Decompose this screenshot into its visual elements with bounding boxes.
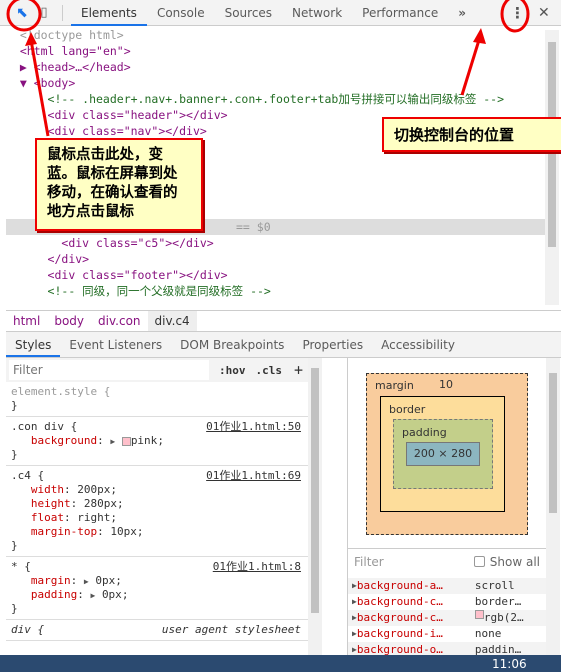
box-model-content[interactable]: 200 × 280 — [406, 442, 480, 466]
box-model-border[interactable]: border padding 200 × 280 — [380, 396, 505, 512]
sidebar-tabs: Styles Event Listeners DOM Breakpoints P… — [6, 331, 561, 358]
styles-pane: :hov .cls + element.style {} .con div {0… — [6, 358, 308, 655]
cls-button[interactable]: .cls — [256, 364, 283, 377]
dom-comment[interactable]: <!-- 同级，同一个父级就是同级标签 --> — [6, 283, 546, 299]
computed-row[interactable]: ▶ background-c… border… — [348, 594, 546, 610]
computed-list: ▶ background-a… scroll ▶ background-c… bor… — [348, 578, 546, 658]
close-icon[interactable]: ✕ — [538, 5, 550, 21]
dom-line[interactable]: <!doctype html> — [6, 27, 546, 43]
show-all-label: Show all — [489, 554, 540, 569]
tab-properties[interactable]: Properties — [293, 332, 372, 357]
customize-menu-icon[interactable]: ⋮ — [510, 4, 525, 22]
tab-console[interactable]: Console — [147, 0, 215, 26]
computed-row[interactable]: ▶ background-a… scroll — [348, 578, 546, 594]
clock: 11:06 — [492, 657, 527, 671]
dom-line[interactable]: ▶ <head>…</head> — [6, 59, 546, 75]
tab-accessibility[interactable]: Accessibility — [372, 332, 464, 357]
box-model-panel: margin 10 border padding 200 × 280 Filte… — [347, 358, 561, 658]
box-model-margin[interactable]: margin 10 border padding 200 × 280 — [366, 373, 528, 535]
style-rule[interactable]: .con div {01作业1.html:50 background: ▶ pi… — [6, 417, 308, 466]
device-toolbar-icon[interactable]: ▯ — [34, 5, 54, 20]
computed-row[interactable]: ▶ background-c… rgb(2… — [348, 610, 546, 626]
dom-scrollbar[interactable] — [545, 30, 559, 305]
breadcrumb: html body div.con div.c4 — [6, 310, 561, 331]
dom-line[interactable]: <div class="c5"></div> — [6, 235, 546, 251]
computed-row[interactable]: ▶ background-i… none — [348, 626, 546, 642]
tab-dom-breakpoints[interactable]: DOM Breakpoints — [171, 332, 293, 357]
tab-styles[interactable]: Styles — [6, 332, 61, 357]
styles-scrollbar[interactable] — [308, 358, 322, 655]
source-link[interactable]: 01作业1.html:50 — [206, 420, 301, 434]
dom-comment[interactable]: <!-- .header+.nav+.banner+.con+.footer+t… — [6, 91, 546, 107]
tab-sources[interactable]: Sources — [215, 0, 282, 26]
styles-filter-input[interactable] — [9, 360, 209, 380]
windows-taskbar: 11:06 — [0, 655, 561, 672]
annotation-inspect-note: 鼠标点击此处，变蓝。鼠标在屏幕到处移动，在确认查看的地方点击鼠标 — [35, 138, 203, 231]
ua-style-rule[interactable]: div {user agent stylesheet — [6, 620, 308, 641]
breadcrumb-div-c4[interactable]: div.c4 — [147, 311, 197, 331]
style-rule[interactable]: * {01作业1.html:8 margin: ▶ 0px; padding: … — [6, 557, 308, 620]
element-style-rule[interactable]: element.style {} — [6, 382, 308, 417]
annotation-dock-note: 切换控制台的位置 — [382, 117, 561, 152]
dom-line[interactable]: <div class="footer"></div> — [6, 267, 546, 283]
computed-scrollbar[interactable] — [546, 358, 560, 655]
tab-performance[interactable]: Performance — [352, 0, 448, 26]
source-link[interactable]: 01作业1.html:69 — [206, 469, 301, 483]
breadcrumb-html[interactable]: html — [6, 311, 47, 331]
dom-line[interactable]: </div> — [6, 251, 546, 267]
breadcrumb-div-con[interactable]: div.con — [91, 311, 147, 331]
dom-line[interactable]: <html lang="en"> — [6, 43, 546, 59]
source-link[interactable]: 01作业1.html:8 — [213, 560, 301, 574]
show-all-checkbox[interactable] — [473, 556, 485, 567]
more-tabs-button[interactable]: » — [448, 0, 476, 26]
tab-event-listeners[interactable]: Event Listeners — [60, 332, 171, 357]
breadcrumb-body[interactable]: body — [47, 311, 91, 331]
dom-line[interactable]: ▼ <body> — [6, 75, 546, 91]
style-rule[interactable]: .c4 {01作业1.html:69 width: 200px; height:… — [6, 466, 308, 557]
add-rule-button[interactable]: + — [294, 361, 303, 379]
tab-network[interactable]: Network — [282, 0, 352, 26]
devtools-toolbar: ⬉ ▯ Elements Console Sources Network Per… — [0, 0, 561, 26]
box-model-padding[interactable]: padding 200 × 280 — [393, 419, 493, 489]
computed-filter-input[interactable]: Filter — [354, 555, 474, 569]
color-swatch[interactable] — [121, 436, 131, 446]
inspect-element-icon[interactable]: ⬉ — [10, 5, 34, 21]
tab-elements[interactable]: Elements — [71, 0, 147, 26]
hov-button[interactable]: :hov — [219, 364, 246, 377]
